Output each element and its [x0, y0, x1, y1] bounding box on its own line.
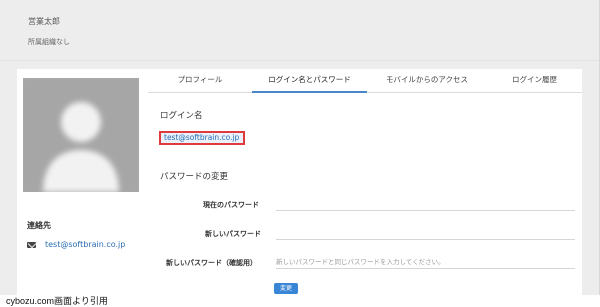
- contact-title: 連絡先: [27, 221, 51, 230]
- avatar-silhouette-icon: [23, 78, 139, 192]
- confirm-password-label: 新しいパスワード（確認用）: [166, 259, 257, 267]
- login-section-title: ログイン名: [160, 111, 203, 121]
- main-panel: プロフィール ログイン名とパスワード モバイルからのアクセス ログイン履歴 ログ…: [148, 69, 582, 295]
- tab-login-history[interactable]: ログイン履歴: [487, 69, 582, 93]
- user-organization: 所属組織なし: [28, 38, 70, 46]
- source-caption: cybozu.com画面より引用: [6, 296, 108, 306]
- new-password-label: 新しいパスワード: [205, 230, 261, 238]
- password-section-title: パスワードの変更: [160, 172, 229, 182]
- contact-email-link[interactable]: test@softbrain.co.jp: [45, 240, 125, 249]
- user-header: 営業太郎 所属組織なし: [0, 0, 599, 61]
- contact-email-row: test@softbrain.co.jp: [27, 240, 125, 249]
- app-screen: 営業太郎 所属組織なし 連絡先 test@softbrain.co.jp プロフ…: [0, 0, 600, 295]
- tab-mobile-access[interactable]: モバイルからのアクセス: [367, 69, 487, 93]
- profile-sidebar: 連絡先 test@softbrain.co.jp: [17, 69, 148, 295]
- login-id-value: test@softbrain.co.jp: [159, 131, 245, 145]
- change-password-button[interactable]: 変更: [274, 283, 298, 294]
- tab-profile[interactable]: プロフィール: [148, 69, 252, 93]
- tab-bar: プロフィール ログイン名とパスワード モバイルからのアクセス ログイン履歴: [148, 69, 582, 93]
- tab-login-password[interactable]: ログイン名とパスワード: [252, 69, 367, 93]
- confirm-password-input[interactable]: [276, 255, 575, 269]
- new-password-input[interactable]: [276, 226, 575, 240]
- avatar: [23, 78, 139, 192]
- mail-icon: [27, 241, 36, 248]
- current-password-label: 現在のパスワード: [203, 201, 259, 209]
- user-name: 営業太郎: [28, 17, 60, 26]
- current-password-input[interactable]: [276, 197, 575, 211]
